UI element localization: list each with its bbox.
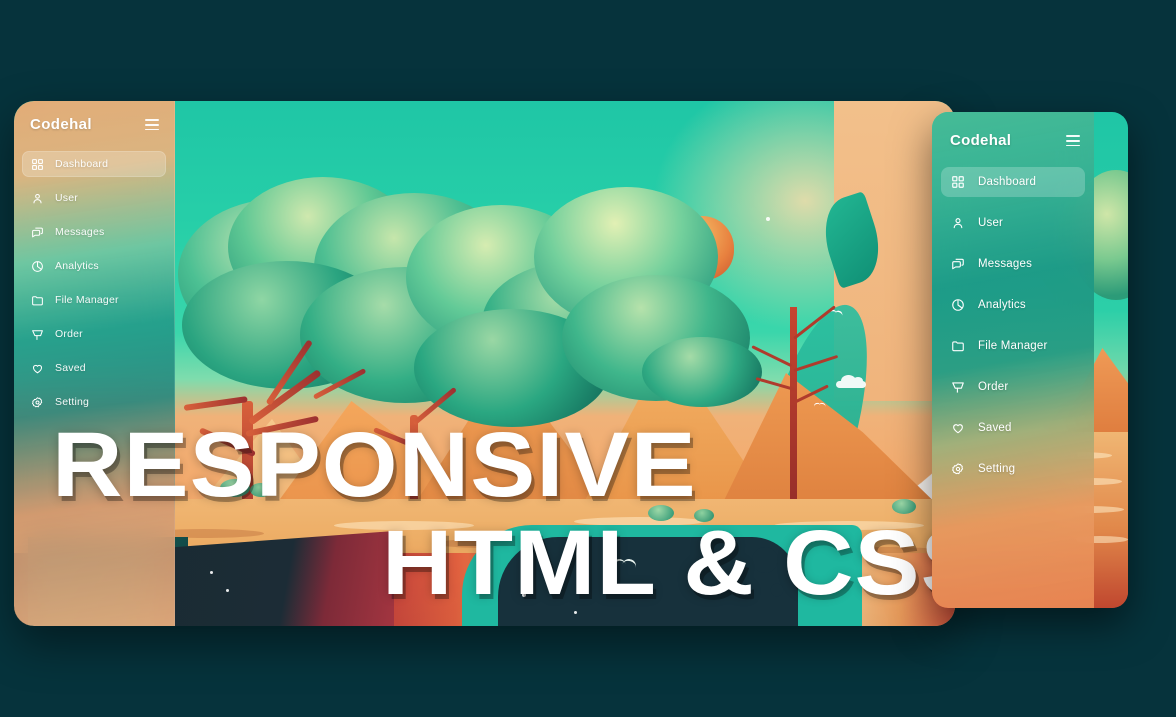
cloud-icon bbox=[836, 375, 866, 388]
brand-logo: Codehal bbox=[30, 116, 92, 134]
mobile-sidebar-item-label: Messages bbox=[978, 258, 1033, 271]
sidebar-item-label: Saved bbox=[55, 362, 86, 375]
hamburger-icon[interactable] bbox=[145, 116, 159, 133]
chat-icon bbox=[31, 226, 44, 239]
sidebar-item-label: Messages bbox=[55, 226, 105, 239]
mobile-sidebar-item-label: File Manager bbox=[978, 340, 1048, 353]
mobile-sidebar-item-label: Saved bbox=[978, 422, 1012, 435]
star-dot bbox=[226, 589, 229, 592]
heart-icon bbox=[31, 362, 44, 375]
hamburger-icon[interactable] bbox=[1066, 132, 1080, 149]
mobile-sidebar-item-order[interactable]: Order bbox=[941, 372, 1085, 402]
shrub bbox=[694, 509, 714, 522]
cart-icon bbox=[31, 328, 44, 341]
sidebar-item-order[interactable]: Order bbox=[22, 321, 166, 347]
sidebar-nav: Dashboard User Messages Analytics File M bbox=[14, 151, 174, 415]
sidebar-item-label: Order bbox=[55, 328, 83, 341]
mobile-sidebar-header: Codehal bbox=[932, 112, 1094, 149]
brand-logo: Codehal bbox=[950, 132, 1012, 150]
mobile-sidebar: Codehal Dashboard User Messages Analytic… bbox=[932, 112, 1094, 608]
mobile-sidebar-item-label: Dashboard bbox=[978, 176, 1037, 189]
mobile-sidebar-item-label: Setting bbox=[978, 463, 1016, 476]
star-dot bbox=[574, 611, 577, 614]
sidebar-item-user[interactable]: User bbox=[22, 185, 166, 211]
gear-icon bbox=[31, 396, 44, 409]
shrub bbox=[892, 499, 916, 514]
bird-icon bbox=[814, 403, 826, 408]
mobile-sidebar-item-dashboard[interactable]: Dashboard bbox=[941, 167, 1085, 198]
mobile-sidebar-item-messages[interactable]: Messages bbox=[941, 249, 1085, 279]
sidebar-item-label: Setting bbox=[55, 396, 90, 409]
lagoon bbox=[462, 525, 862, 626]
screen-root: Codehal Dashboard User Messages Analytic… bbox=[0, 0, 1176, 717]
sidebar-item-label: File Manager bbox=[55, 294, 119, 307]
gear-icon bbox=[951, 462, 965, 476]
shrub bbox=[648, 505, 674, 521]
folder-icon bbox=[951, 339, 965, 353]
desktop-preview-card: Codehal Dashboard User Messages Analytic… bbox=[14, 101, 955, 626]
sidebar-item-file-manager[interactable]: File Manager bbox=[22, 287, 166, 313]
desktop-sidebar: Codehal Dashboard User Messages Analytic… bbox=[14, 101, 175, 626]
sidebar-item-label: Analytics bbox=[55, 260, 99, 273]
sidebar-item-setting[interactable]: Setting bbox=[22, 389, 166, 415]
sidebar-item-label: Dashboard bbox=[55, 158, 109, 171]
grid-icon bbox=[951, 175, 965, 189]
mobile-sidebar-item-label: Analytics bbox=[978, 299, 1026, 312]
mobile-sidebar-item-label: Order bbox=[978, 381, 1009, 394]
pie-chart-icon bbox=[31, 260, 44, 273]
star-dot bbox=[522, 593, 526, 597]
chat-icon bbox=[951, 257, 965, 271]
tree-canopy bbox=[642, 337, 762, 407]
mobile-preview-card: Codehal Dashboard User Messages Analytic… bbox=[932, 112, 1128, 608]
mobile-sidebar-item-saved[interactable]: Saved bbox=[941, 413, 1085, 443]
mobile-sidebar-item-label: User bbox=[978, 217, 1004, 230]
heart-icon bbox=[951, 421, 965, 435]
shrub bbox=[220, 479, 250, 497]
cart-icon bbox=[951, 380, 965, 394]
sidebar-item-analytics[interactable]: Analytics bbox=[22, 253, 166, 279]
shrub bbox=[250, 483, 272, 497]
user-icon bbox=[951, 216, 965, 230]
star-dot bbox=[210, 571, 213, 574]
sidebar-header: Codehal bbox=[14, 101, 174, 133]
star-dot bbox=[766, 217, 770, 221]
mobile-sidebar-item-analytics[interactable]: Analytics bbox=[941, 290, 1085, 320]
pie-chart-icon bbox=[951, 298, 965, 312]
sidebar-item-dashboard[interactable]: Dashboard bbox=[22, 151, 166, 178]
sidebar-item-saved[interactable]: Saved bbox=[22, 355, 166, 381]
folder-icon bbox=[31, 294, 44, 307]
mobile-sidebar-nav: Dashboard User Messages Analytics File M bbox=[932, 167, 1094, 484]
sidebar-item-messages[interactable]: Messages bbox=[22, 219, 166, 245]
user-icon bbox=[31, 192, 44, 205]
grid-icon bbox=[31, 158, 44, 171]
mobile-sidebar-item-user[interactable]: User bbox=[941, 208, 1085, 238]
mobile-sidebar-item-file-manager[interactable]: File Manager bbox=[941, 331, 1085, 361]
mobile-sidebar-item-setting[interactable]: Setting bbox=[941, 454, 1085, 484]
bird-icon bbox=[612, 559, 638, 571]
sidebar-item-label: User bbox=[55, 192, 78, 205]
